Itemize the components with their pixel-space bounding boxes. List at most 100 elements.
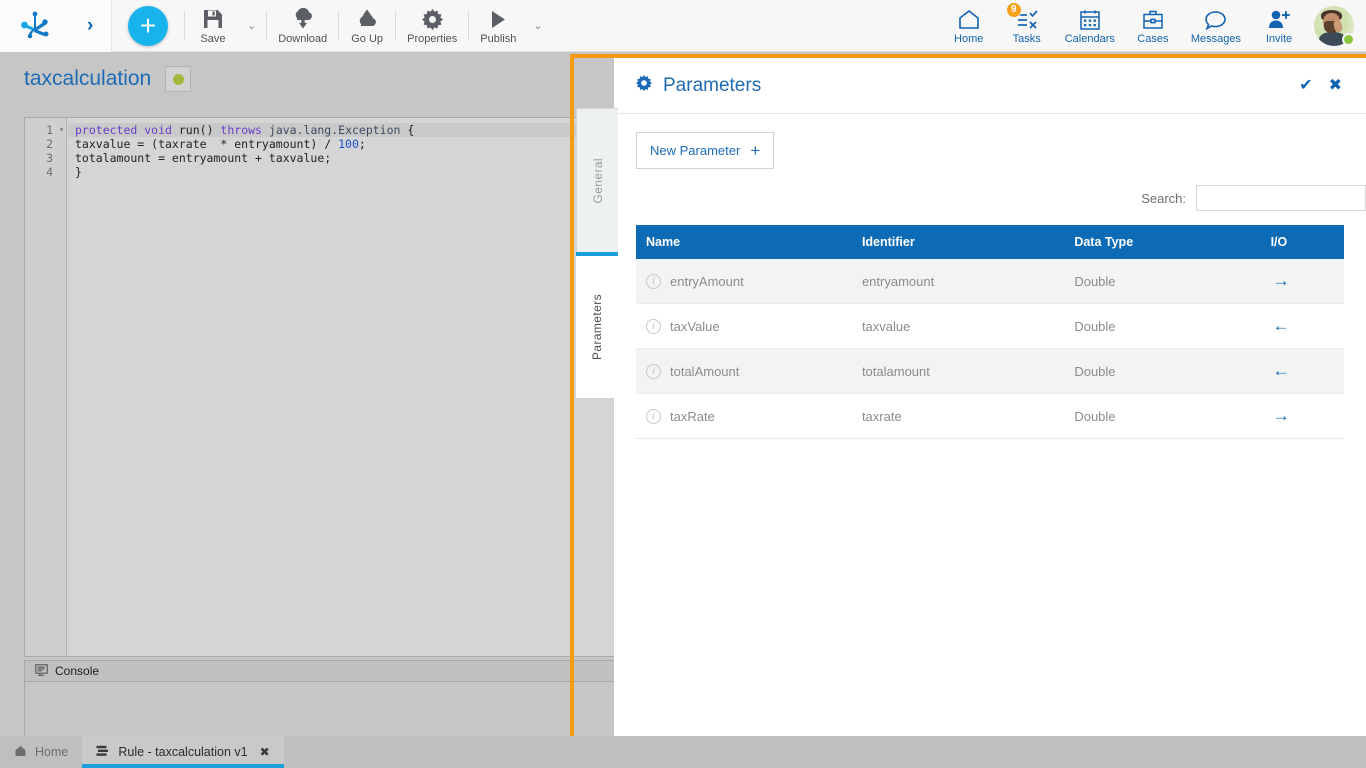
bottom-tab-home-label: Home (35, 745, 68, 759)
param-name: taxRate (670, 409, 715, 424)
panel-body: New Parameter + Search: Name Identifier … (614, 114, 1366, 439)
bottom-tab-home[interactable]: Home (0, 736, 82, 768)
info-icon[interactable]: i (646, 274, 661, 289)
cell-name: i taxRate (636, 394, 852, 439)
plus-icon: + (750, 142, 760, 159)
nav-tasks-button[interactable]: 9 Tasks (998, 0, 1056, 52)
new-parameter-button[interactable]: New Parameter + (636, 132, 774, 169)
save-chevron-down-icon[interactable]: ⌄ (239, 19, 264, 32)
rule-editor-pane: taxcalculation 1▾ 2 3 4 protected void r… (0, 52, 618, 736)
table-header-row: Name Identifier Data Type I/O (636, 225, 1344, 259)
column-header-identifier[interactable]: Identifier (852, 225, 1064, 259)
param-name: totalAmount (670, 364, 739, 379)
output-arrow-icon: ← (1273, 361, 1290, 381)
line-number: 1▾ (25, 123, 66, 137)
new-parameter-label: New Parameter (650, 143, 740, 158)
fold-arrow-icon[interactable]: ▾ (59, 123, 64, 137)
toolbar-divider (468, 11, 469, 41)
message-icon (1204, 6, 1227, 30)
info-icon[interactable]: i (646, 409, 661, 424)
cell-name: i taxValue (636, 304, 852, 349)
table-row[interactable]: i taxRate taxrate Double → (636, 394, 1344, 439)
avatar[interactable] (1314, 6, 1354, 46)
console-header[interactable]: Console (24, 660, 618, 682)
calendar-icon (1079, 6, 1101, 30)
line-number: 3 (25, 151, 66, 165)
panel-vertical-tabs: General Parameters (576, 108, 618, 398)
frevvo-logo-icon[interactable] (18, 9, 52, 43)
nav-invite-button[interactable]: Invite (1250, 0, 1308, 52)
param-io: ← (1263, 349, 1344, 394)
home-icon (14, 745, 27, 760)
param-io: → (1263, 394, 1344, 439)
gear-icon (422, 6, 443, 30)
nav-messages-button[interactable]: Messages (1182, 0, 1250, 52)
code-content[interactable]: protected void run() throws java.lang.Ex… (68, 118, 618, 656)
nav-calendars-button[interactable]: Calendars (1056, 0, 1124, 52)
info-icon[interactable]: i (646, 319, 661, 334)
parameters-panel: Parameters ✔ ✖ New Parameter + Search: (614, 58, 1366, 768)
download-icon (291, 6, 315, 30)
properties-button[interactable]: Properties (398, 0, 466, 52)
expand-sidebar-icon[interactable]: › (87, 15, 93, 37)
column-header-data-type[interactable]: Data Type (1064, 225, 1262, 259)
nav-home-button[interactable]: Home (940, 0, 998, 52)
logo-zone: › (0, 0, 112, 52)
page-title: taxcalculation (24, 67, 151, 91)
table-row[interactable]: i totalAmount totalamount Double ← (636, 349, 1344, 394)
tab-parameters[interactable]: Parameters (576, 256, 618, 398)
add-button[interactable]: + (128, 6, 168, 46)
param-identifier: taxvalue (852, 304, 1064, 349)
param-identifier: totalamount (852, 349, 1064, 394)
nav-cases-label: Cases (1137, 33, 1168, 45)
save-button[interactable]: Save (187, 0, 239, 52)
code-editor[interactable]: 1▾ 2 3 4 protected void run() throws jav… (24, 117, 618, 657)
toolbar-divider (184, 11, 185, 41)
rule-status-badge[interactable] (165, 66, 191, 92)
home-icon (957, 6, 981, 30)
cell-name: i totalAmount (636, 349, 852, 394)
nav-invite-label: Invite (1266, 33, 1292, 45)
param-io: → (1263, 259, 1344, 304)
nav-calendars-label: Calendars (1065, 33, 1115, 45)
table-row[interactable]: i taxValue taxvalue Double ← (636, 304, 1344, 349)
bottom-tab-rule[interactable]: Rule - taxcalculation v1 ✖ (82, 736, 283, 768)
panel-actions: ✔ ✖ (1299, 78, 1342, 94)
toolbar-divider (266, 11, 267, 41)
search-row: Search: (636, 185, 1366, 211)
output-arrow-icon: ← (1273, 316, 1290, 336)
param-name: entryAmount (670, 274, 744, 289)
confirm-button[interactable]: ✔ (1299, 78, 1312, 94)
nav-messages-label: Messages (1191, 33, 1241, 45)
close-icon[interactable]: ✖ (1329, 78, 1342, 94)
publish-chevron-down-icon[interactable]: ⌄ (525, 19, 550, 32)
toolbar-divider (338, 11, 339, 41)
nav-home-label: Home (954, 33, 983, 45)
code-line: protected void run() throws java.lang.Ex… (68, 123, 618, 137)
line-number-gutter: 1▾ 2 3 4 (25, 118, 67, 656)
status-dot-icon (173, 74, 184, 85)
table-header: Name Identifier Data Type I/O (636, 225, 1344, 259)
gear-icon (636, 75, 652, 96)
online-status-indicator (1342, 33, 1355, 46)
line-number: 2 (25, 137, 66, 151)
code-line: taxvalue = (taxrate * entryamount) / 100… (68, 137, 618, 151)
publish-button[interactable]: Publish (471, 0, 525, 52)
nav-cases-button[interactable]: Cases (1124, 0, 1182, 52)
table-row[interactable]: i entryAmount entryamount Double → (636, 259, 1344, 304)
input-arrow-icon: → (1273, 271, 1290, 291)
column-header-io[interactable]: I/O (1263, 225, 1344, 259)
line-number: 4 (25, 165, 66, 179)
info-icon[interactable]: i (646, 364, 661, 379)
code-line: totalamount = entryamount + taxvalue; (68, 151, 618, 165)
param-data-type: Double (1064, 259, 1262, 304)
close-icon[interactable]: ✖ (260, 745, 270, 759)
search-input[interactable] (1196, 185, 1366, 211)
column-header-name[interactable]: Name (636, 225, 852, 259)
toolbar-right-group: Home 9 Tasks (940, 0, 1366, 52)
download-button[interactable]: Download (269, 0, 336, 52)
tab-general[interactable]: General (576, 108, 618, 252)
bottom-tab-bar: Home Rule - taxcalculation v1 ✖ (0, 736, 1366, 768)
go-up-button[interactable]: Go Up (341, 0, 393, 52)
play-icon (488, 6, 508, 30)
